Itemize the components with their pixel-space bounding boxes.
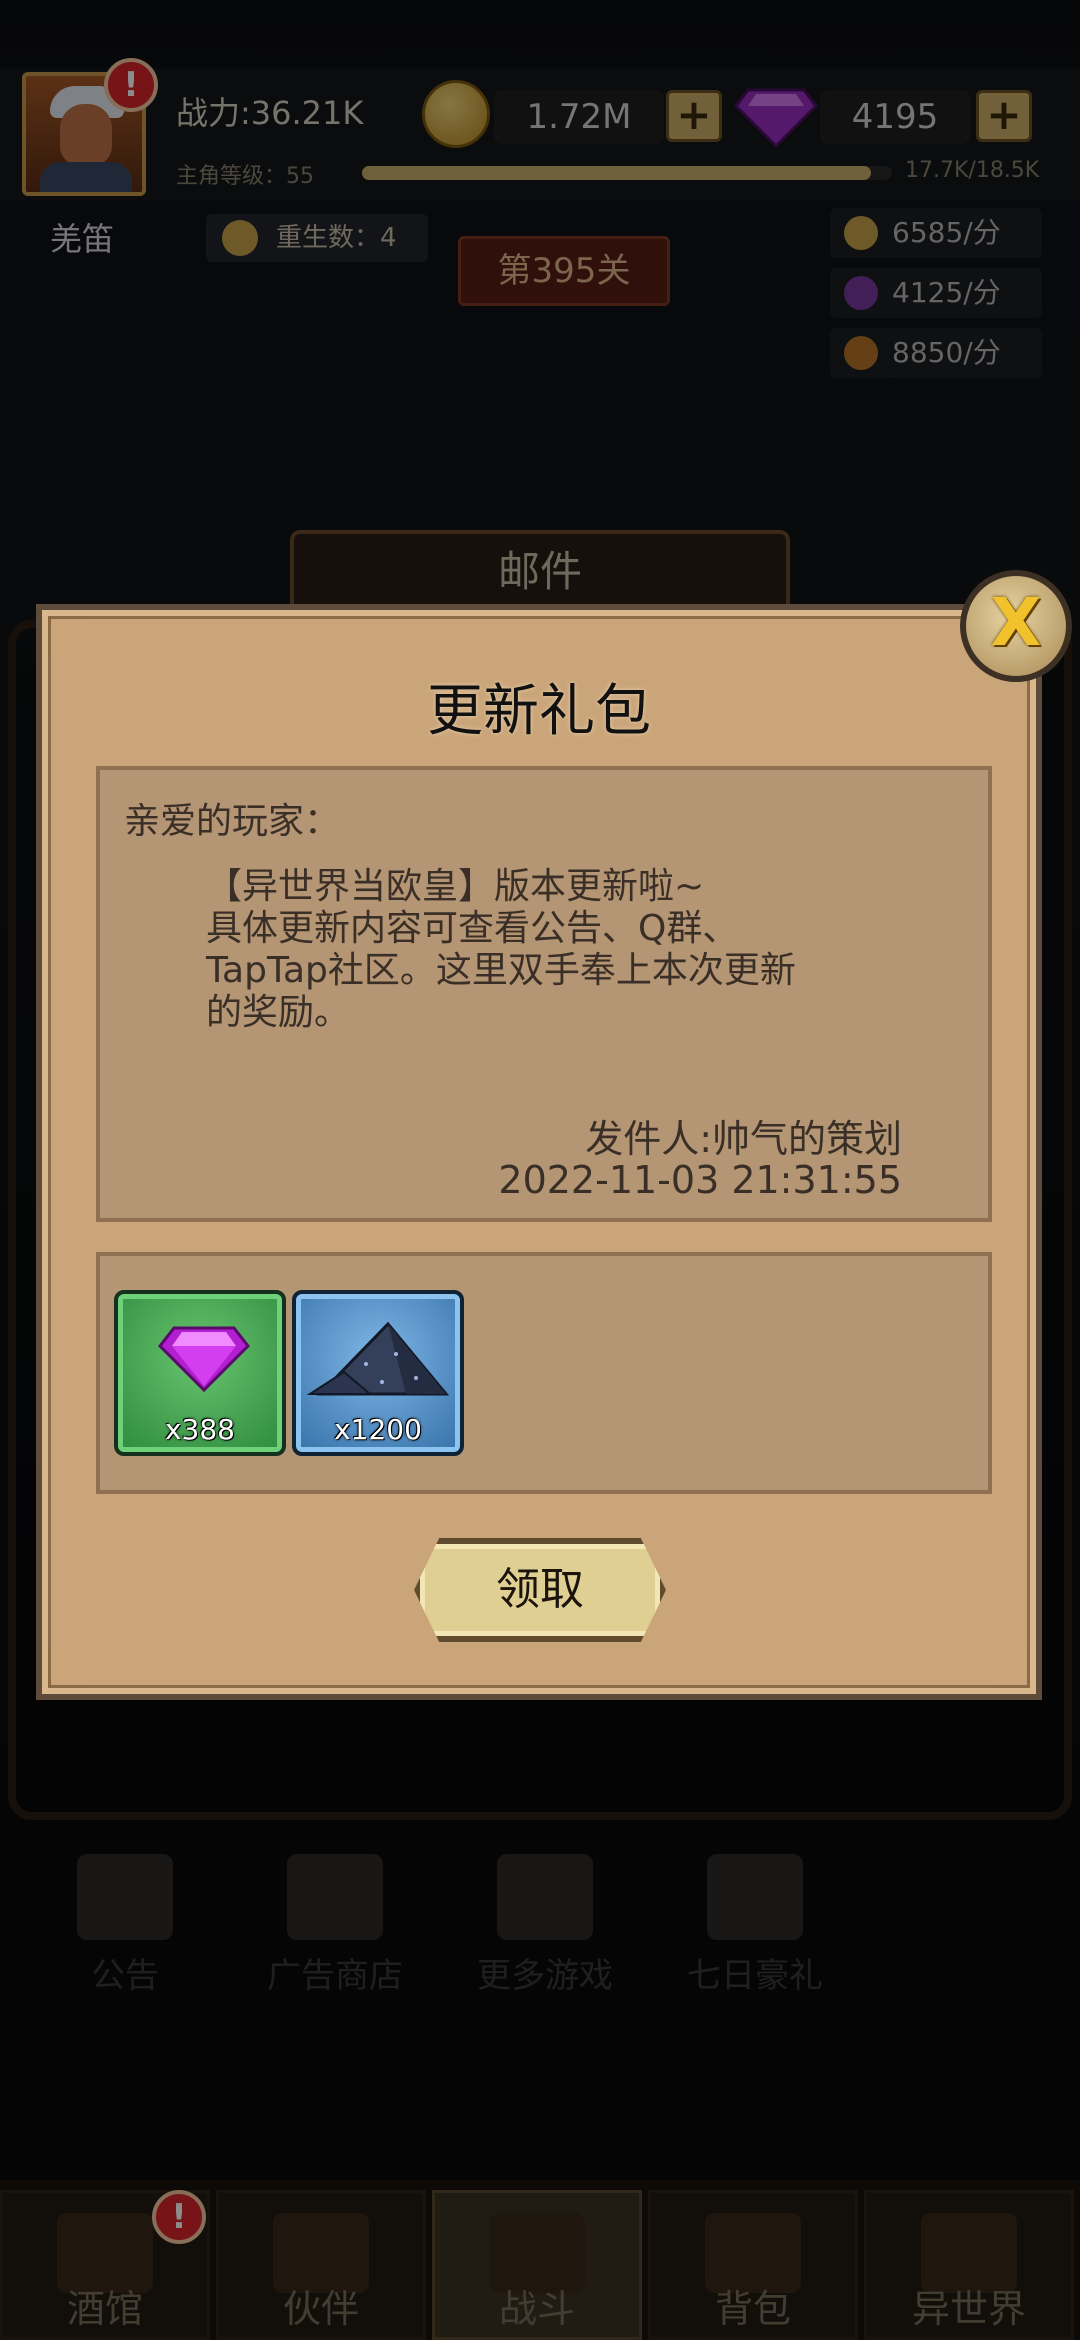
dialog-title: 更新礼包 bbox=[427, 679, 651, 744]
close-icon: X bbox=[990, 584, 1042, 661]
reward-box: x388 x1200 bbox=[96, 1252, 992, 1494]
send-date: 2022-11-03 21:31:55 bbox=[498, 1158, 902, 1202]
message-body: 【异世界当欧皇】版本更新啦~ 具体更新内容可查看公告、Q群、 TapTap社区。… bbox=[206, 866, 796, 1033]
ore-pile-icon bbox=[306, 1321, 450, 1396]
corner-ornament bbox=[48, 1648, 88, 1688]
corner-ornament bbox=[48, 616, 88, 656]
message-box: 亲爱的玩家： 【异世界当欧皇】版本更新啦~ 具体更新内容可查看公告、Q群、 Ta… bbox=[96, 766, 992, 1222]
mail-dialog: 更新礼包 亲爱的玩家： 【异世界当欧皇】版本更新啦~ 具体更新内容可查看公告、Q… bbox=[36, 604, 1042, 1700]
reward-item-ore[interactable]: x1200 bbox=[292, 1290, 464, 1456]
close-button[interactable]: X bbox=[960, 570, 1072, 682]
reward-qty: x1200 bbox=[334, 1413, 422, 1446]
purple-gem-icon bbox=[158, 1326, 250, 1393]
sender: 发件人:帅气的策划 bbox=[585, 1117, 902, 1161]
greeting: 亲爱的玩家： bbox=[124, 801, 341, 842]
corner-ornament bbox=[990, 1648, 1030, 1688]
claim-button[interactable]: 领取 bbox=[414, 1538, 666, 1642]
reward-qty: x388 bbox=[164, 1413, 235, 1446]
reward-item-gem[interactable]: x388 bbox=[114, 1290, 286, 1456]
